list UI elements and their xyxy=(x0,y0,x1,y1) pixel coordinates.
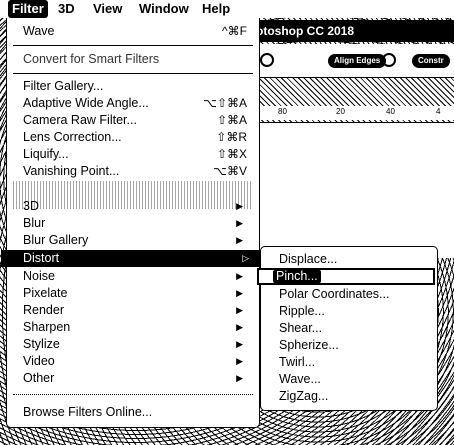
menu-item-pixelate[interactable]: Pixelate ▶ xyxy=(7,285,259,302)
menu-item-3d[interactable]: 3D ▶ xyxy=(7,198,259,215)
menu-item-last-filter[interactable]: Wave ^⌘F xyxy=(7,23,259,40)
brush-settings-icon[interactable] xyxy=(260,53,274,67)
menu-item-other[interactable]: Other ▶ xyxy=(7,370,259,387)
menu-item-label: Pinch... xyxy=(273,270,321,283)
submenu-item-wave[interactable]: Wave... xyxy=(261,371,437,388)
menu-item-vanishing-point[interactable]: Vanishing Point... ⌥⌘V xyxy=(7,163,259,180)
menu-item-shortcut: ⌥⇧⌘A xyxy=(203,96,247,110)
menu-item-shortcut: ⇧⌘X xyxy=(216,147,247,161)
triangle-right-icon: ▶ xyxy=(236,201,243,211)
menu-item-label: Wave xyxy=(23,24,55,38)
menu-item-label: Distort xyxy=(23,251,60,265)
menu-item-label: Noise xyxy=(23,269,55,283)
menu-window[interactable]: Window xyxy=(135,0,193,18)
menu-item-label: Wave... xyxy=(279,372,321,386)
menu-item-shortcut: ^⌘F xyxy=(222,24,247,38)
menu-item-label: Blur Gallery xyxy=(23,233,89,247)
menu-item-label: Stylize xyxy=(23,337,60,351)
menu-item-distort[interactable]: Distort ▷ xyxy=(1,250,259,267)
ruler-label: 40 xyxy=(386,107,395,116)
menu-item-label: Liquify... xyxy=(23,147,69,161)
menu-item-label: Lens Correction... xyxy=(23,130,122,144)
menu-help[interactable]: Help xyxy=(198,0,234,18)
triangle-right-icon: ▶ xyxy=(236,305,243,315)
menu-item-label: Browse Filters Online... xyxy=(23,405,153,419)
menu-item-liquify[interactable]: Liquify... ⇧⌘X xyxy=(7,146,259,163)
menu-bar: Filter 3D View Window Help xyxy=(0,0,454,18)
menu-item-label: 3D xyxy=(23,199,39,213)
menu-item-convert-smart-filters[interactable]: Convert for Smart Filters xyxy=(7,51,259,68)
menu-item-label: Ripple... xyxy=(279,304,325,318)
distort-submenu: Displace... Pinch... Polar Coordinates..… xyxy=(257,246,438,411)
gear-icon[interactable] xyxy=(382,53,396,67)
ruler-labels: 80 20 40 4 xyxy=(240,106,454,120)
menu-item-label: Pixelate xyxy=(23,286,68,300)
menu-item-label: Twirl... xyxy=(279,355,316,369)
menu-item-shortcut: ⌥⌘V xyxy=(213,164,247,178)
menu-item-label: Spherize... xyxy=(279,338,339,352)
menu-item-label: Blur xyxy=(23,216,46,230)
menu-item-browse-filters-online[interactable]: Browse Filters Online... xyxy=(7,404,259,421)
triangle-right-icon: ▶ xyxy=(236,235,243,245)
menu-item-label: Vanishing Point... xyxy=(23,164,120,178)
menu-item-label: ZigZag... xyxy=(279,389,329,403)
menu-item-noise[interactable]: Noise ▶ xyxy=(7,268,259,285)
menu-item-label: Other xyxy=(23,371,55,385)
triangle-right-icon: ▶ xyxy=(236,373,243,383)
menu-item-label: Displace... xyxy=(279,252,338,266)
app-title: otoshop CC 2018 xyxy=(256,24,355,38)
menu-item-label: Sharpen xyxy=(23,320,71,334)
menu-item-shortcut: ⇧⌘R xyxy=(216,130,247,144)
options-bar: Align Edges Constr xyxy=(240,44,454,78)
menu-item-label: Camera Raw Filter... xyxy=(23,113,137,127)
menu-item-label: Convert for Smart Filters xyxy=(23,52,160,66)
menu-3d[interactable]: 3D xyxy=(54,0,79,18)
menu-item-label: Polar Coordinates... xyxy=(279,287,390,301)
submenu-item-twirl[interactable]: Twirl... xyxy=(261,354,437,371)
ruler-label: 80 xyxy=(278,107,287,116)
menu-item-video[interactable]: Video ▶ xyxy=(7,353,259,370)
menu-item-stylize[interactable]: Stylize ▶ xyxy=(7,336,259,353)
menu-item-label: Video xyxy=(23,354,55,368)
menu-separator xyxy=(13,73,253,74)
triangle-right-icon: ▶ xyxy=(236,356,243,366)
menu-item-adaptive-wide-angle[interactable]: Adaptive Wide Angle... ⌥⇧⌘A xyxy=(7,95,259,112)
menu-item-lens-correction[interactable]: Lens Correction... ⇧⌘R xyxy=(7,129,259,146)
align-edges-toggle[interactable]: Align Edges xyxy=(328,54,387,68)
menu-item-label: Shear... xyxy=(279,321,323,335)
submenu-item-zigzag[interactable]: ZigZag... xyxy=(261,388,437,405)
triangle-right-icon: ▷ xyxy=(242,253,249,263)
submenu-item-spherize[interactable]: Spherize... xyxy=(261,337,437,354)
menu-item-filter-gallery[interactable]: Filter Gallery... xyxy=(7,78,259,95)
submenu-item-polar-coordinates[interactable]: Polar Coordinates... xyxy=(261,286,437,303)
triangle-right-icon: ▶ xyxy=(236,271,243,281)
triangle-right-icon: ▶ xyxy=(236,322,243,332)
triangle-right-icon: ▶ xyxy=(236,288,243,298)
menu-item-camera-raw-filter[interactable]: Camera Raw Filter... ⇧⌘A xyxy=(7,112,259,129)
menu-separator xyxy=(13,394,253,395)
triangle-right-icon: ▶ xyxy=(236,339,243,349)
document-canvas[interactable] xyxy=(240,123,454,258)
submenu-item-ripple[interactable]: Ripple... xyxy=(261,303,437,320)
submenu-item-pinch[interactable]: Pinch... xyxy=(257,268,435,285)
menu-item-render[interactable]: Render ▶ xyxy=(7,302,259,319)
ruler-label: 4 xyxy=(436,107,441,116)
menu-item-label: Render xyxy=(23,303,64,317)
menu-item-shortcut: ⇧⌘A xyxy=(216,113,247,127)
submenu-item-shear[interactable]: Shear... xyxy=(261,320,437,337)
menu-filter[interactable]: Filter xyxy=(8,0,48,18)
constrain-toggle[interactable]: Constr xyxy=(412,54,450,68)
menu-item-blur-gallery[interactable]: Blur Gallery ▶ xyxy=(7,232,259,249)
menu-separator xyxy=(13,45,253,46)
ruler-label: 20 xyxy=(336,107,345,116)
filter-menu: Wave ^⌘F Convert for Smart Filters Filte… xyxy=(1,18,260,428)
menu-item-sharpen[interactable]: Sharpen ▶ xyxy=(7,319,259,336)
app-title-bar: otoshop CC 2018 xyxy=(240,20,454,42)
menu-item-label: Adaptive Wide Angle... xyxy=(23,96,149,110)
menu-view[interactable]: View xyxy=(89,0,126,18)
menu-item-label: Filter Gallery... xyxy=(23,79,104,93)
submenu-item-displace[interactable]: Displace... xyxy=(261,251,437,268)
triangle-right-icon: ▶ xyxy=(236,218,243,228)
menu-item-blur[interactable]: Blur ▶ xyxy=(7,215,259,232)
